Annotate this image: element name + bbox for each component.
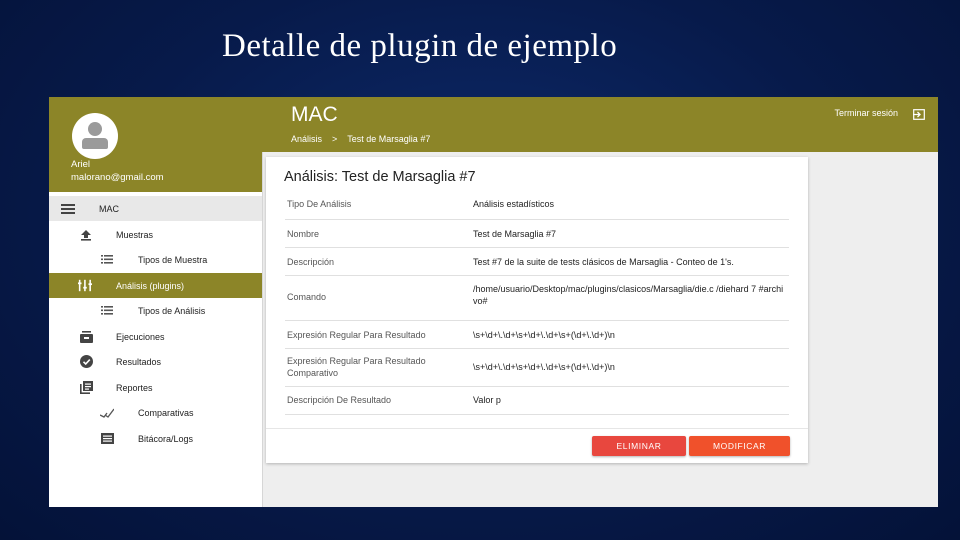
slide-title: Detalle de plugin de ejemplo [222,28,618,64]
list-icon [100,253,114,267]
sidebar-item-label: Comparativas [138,407,194,418]
detail-row-expresion-comparativo: Expresión Regular Para Resultado Compara… [285,348,789,387]
detail-value: Valor p [473,395,501,405]
sidebar-item-label: Análisis (plugins) [116,280,185,291]
detail-row-expresion-resultado: Expresión Regular Para Resultado \s+\d+\… [285,320,789,349]
breadcrumb: Análisis > Test de Marsaglia #7 [291,134,430,144]
detail-key: Tipo De Análisis [287,199,352,209]
sidebar-item-comparativas[interactable]: Comparativas [49,400,262,425]
sidebar-item-mac[interactable]: MAC [49,196,262,221]
list-icon [100,304,114,318]
logs-icon [100,432,114,446]
sidebar-item-analisis-plugins[interactable]: Análisis (plugins) [49,273,262,298]
breadcrumb-current: Test de Marsaglia #7 [347,134,431,144]
app-brand[interactable]: MAC [291,103,338,127]
user-name: Ariel [71,159,91,170]
check-circle-icon [79,355,93,369]
sidebar-item-label: Tipos de Análisis [138,305,206,316]
avatar[interactable] [72,113,118,159]
detail-row-tipo: Tipo De Análisis Análisis estadísticos [285,195,789,220]
sidebar-item-ejecuciones[interactable]: Ejecuciones [49,324,262,349]
sidebar-item-resultados[interactable]: Resultados [49,349,262,374]
analysis-detail-card: Análisis: Test de Marsaglia #7 Tipo De A… [266,157,808,463]
sidebar-item-reportes[interactable]: Reportes [49,375,262,400]
detail-value: \s+\d+\.\d+\s+\d+\.\d+\s+(\d+\.\d+)\n [473,362,615,372]
profile-panel: Ariel malorano@gmail.com [49,97,262,192]
detail-key: Nombre [287,229,320,239]
card-divider [266,428,808,429]
compare-icon [100,406,114,420]
sidebar-item-tipos-de-muestra[interactable]: Tipos de Muestra [49,247,262,272]
detail-value: Test de Marsaglia #7 [473,229,557,239]
detail-value: \s+\d+\.\d+\s+\d+\.\d+\s+(\d+\.\d+)\n [473,330,615,340]
equalizer-icon [78,279,92,293]
detail-value: Test #7 de la suite de tests clásicos de… [473,257,734,267]
logout-button[interactable]: Terminar sesión [834,108,898,118]
sidebar-item-label: Resultados [116,356,162,367]
detail-key: Descripción [287,257,335,267]
user-email: malorano@gmail.com [71,172,164,183]
detail-key: Expresión Regular Para Resultado Compara… [287,356,426,378]
top-bar: MAC Análisis > Test de Marsaglia #7 Term… [262,97,938,152]
sidebar-item-label: Tipos de Muestra [138,254,208,265]
detail-row-descripcion-resultado: Descripción De Resultado Valor p [285,386,789,415]
sidebar-item-label: Ejecuciones [116,331,165,342]
card-title: Análisis: Test de Marsaglia #7 [284,169,476,185]
sidebar-item-label: Muestras [116,229,154,240]
sidebar-item-label: Reportes [116,382,153,393]
detail-key: Expresión Regular Para Resultado [287,330,426,340]
sidebar-item-bitacora-logs[interactable]: Bitácora/Logs [49,426,262,451]
queue-icon [79,330,93,344]
upload-icon [79,228,93,242]
detail-key: Comando [287,292,327,302]
breadcrumb-separator: > [332,134,338,144]
library-books-icon [79,381,93,395]
modify-button[interactable]: MODIFICAR [689,436,790,456]
detail-row-nombre: Nombre Test de Marsaglia #7 [285,219,789,248]
sidebar-item-tipos-de-analisis[interactable]: Tipos de Análisis [49,298,262,323]
app-window: Ariel malorano@gmail.com MAC Muestras Ti… [49,97,938,507]
breadcrumb-link-analisis[interactable]: Análisis [291,134,322,144]
detail-row-descripcion: Descripción Test #7 de la suite de tests… [285,247,789,276]
sidebar-item-label: MAC [99,203,119,214]
delete-button[interactable]: ELIMINAR [592,436,686,456]
sidebar-item-muestras[interactable]: Muestras [49,222,262,247]
detail-value: Análisis estadísticos [473,199,555,209]
sidebar: Ariel malorano@gmail.com MAC Muestras Ti… [49,97,263,507]
detail-row-comando: Comando /home/usuario/Desktop/mac/plugin… [285,275,789,321]
logout-icon[interactable] [913,107,925,120]
detail-key: Descripción De Resultado [287,395,392,405]
menu-icon [61,202,75,216]
detail-value: /home/usuario/Desktop/mac/plugins/clasic… [473,284,784,306]
sidebar-item-label: Bitácora/Logs [138,433,194,444]
